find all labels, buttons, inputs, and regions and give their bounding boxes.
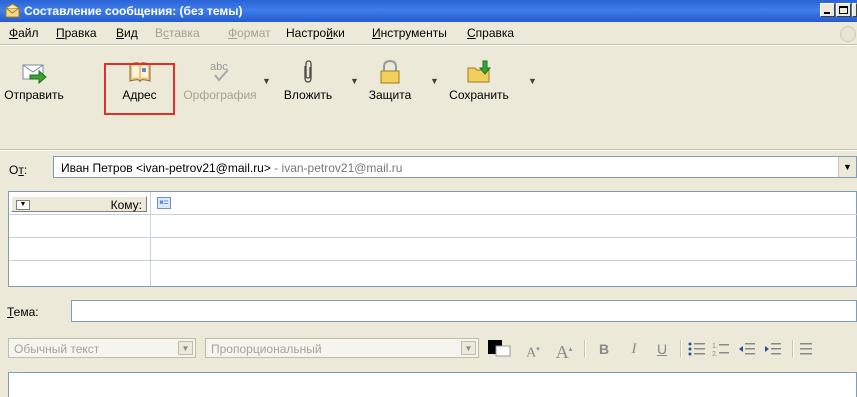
menu-tools[interactable]: Инструменты bbox=[372, 26, 447, 40]
menu-file[interactable]: Файл bbox=[9, 26, 39, 40]
attach-button[interactable]: Вложить bbox=[274, 53, 342, 105]
recipient-row[interactable]: ▼ Кому: bbox=[9, 192, 857, 215]
window-title: Составление сообщения: (без темы) bbox=[24, 4, 243, 18]
text-color-icon[interactable] bbox=[488, 340, 512, 358]
compose-window-icon bbox=[5, 3, 20, 18]
spelling-button[interactable]: abc Орфография bbox=[180, 53, 260, 105]
menu-help[interactable]: Справка bbox=[467, 26, 514, 40]
font-select[interactable]: Пропорциональный ▼ bbox=[205, 338, 479, 358]
send-button[interactable]: Отправить bbox=[0, 53, 68, 105]
chevron-down-icon: ▼ bbox=[178, 341, 193, 355]
menu-insert[interactable]: Вставка bbox=[155, 26, 200, 40]
recipient-row[interactable] bbox=[9, 261, 857, 286]
recipients-list: ▼ Кому: bbox=[8, 191, 857, 287]
indent-icon[interactable] bbox=[764, 342, 782, 356]
increase-font-button[interactable]: A▴ bbox=[552, 340, 576, 361]
bullet-list-icon[interactable] bbox=[688, 342, 706, 356]
from-select[interactable]: Иван Петров <ivan-petrov21@mail.ru> - iv… bbox=[53, 156, 857, 178]
recipient-row[interactable] bbox=[9, 238, 857, 261]
security-button[interactable]: Защита bbox=[360, 53, 420, 105]
subject-input[interactable] bbox=[71, 300, 857, 322]
italic-button[interactable]: I bbox=[622, 340, 646, 358]
bold-button[interactable]: B bbox=[592, 340, 616, 358]
format-toolbar: Обычный текст ▼ Пропорциональный ▼ A▾ A▴… bbox=[0, 334, 857, 364]
menu-bar: Файл Правка Вид Вставка Формат Настройки… bbox=[0, 22, 857, 44]
numbered-list-icon[interactable]: 1. 2. bbox=[712, 341, 730, 357]
recipient-type-select[interactable]: ▼ Кому: bbox=[11, 196, 147, 212]
save-button[interactable]: Сохранить bbox=[440, 53, 518, 105]
paperclip-icon bbox=[304, 60, 312, 83]
close-button[interactable] bbox=[852, 3, 857, 17]
svg-text:abc: abc bbox=[210, 61, 228, 73]
underline-button[interactable]: U bbox=[650, 340, 674, 358]
menu-settings[interactable]: Настройки bbox=[286, 26, 345, 40]
recipient-row[interactable] bbox=[9, 215, 857, 238]
address-book-button[interactable]: Адрес bbox=[104, 53, 175, 105]
throbber-icon bbox=[840, 26, 856, 42]
chevron-down-icon: ▼ bbox=[16, 200, 30, 210]
from-row: От: Иван Петров <ivan-petrov21@mail.ru> … bbox=[0, 150, 857, 184]
address-card-icon bbox=[157, 197, 171, 209]
recipient-type-label: Кому: bbox=[110, 198, 142, 212]
menu-view[interactable]: Вид bbox=[116, 26, 138, 40]
address-book-icon bbox=[129, 62, 150, 83]
outdent-icon[interactable] bbox=[738, 342, 756, 356]
menu-edit[interactable]: Правка bbox=[56, 26, 97, 40]
svg-text:1.: 1. bbox=[712, 343, 718, 350]
from-label: От: bbox=[9, 163, 28, 177]
send-icon bbox=[22, 64, 47, 85]
spelling-dropdown-arrow[interactable]: ▼ bbox=[262, 76, 271, 86]
paragraph-style-select[interactable]: Обычный текст ▼ bbox=[8, 338, 196, 358]
menu-format[interactable]: Формат bbox=[228, 26, 271, 40]
from-account: - ivan-petrov21@mail.ru bbox=[270, 161, 403, 175]
from-dropdown-arrow[interactable]: ▼ bbox=[838, 157, 856, 177]
attach-dropdown-arrow[interactable]: ▼ bbox=[350, 76, 359, 86]
chevron-down-icon: ▼ bbox=[461, 341, 476, 355]
lock-icon bbox=[380, 59, 400, 84]
decrease-font-button[interactable]: A▾ bbox=[522, 340, 544, 361]
subject-label: Тема: bbox=[7, 305, 39, 319]
save-icon bbox=[467, 60, 492, 83]
title-bar: Составление сообщения: (без темы) bbox=[0, 0, 857, 22]
spell-check-icon: abc bbox=[210, 61, 229, 82]
subject-row: Тема: bbox=[0, 297, 857, 327]
align-icon[interactable] bbox=[800, 342, 814, 356]
maximize-button[interactable] bbox=[836, 3, 851, 17]
save-dropdown-arrow[interactable]: ▼ bbox=[528, 76, 537, 86]
from-identity: Иван Петров <ivan-petrov21@mail.ru> bbox=[61, 161, 271, 175]
message-body-editor[interactable] bbox=[8, 372, 857, 397]
security-dropdown-arrow[interactable]: ▼ bbox=[430, 76, 439, 86]
toolbar: Отправить Адрес abc Орфография ▼ Вложить… bbox=[0, 46, 857, 151]
minimize-button[interactable] bbox=[820, 3, 835, 17]
svg-text:2.: 2. bbox=[712, 351, 718, 357]
